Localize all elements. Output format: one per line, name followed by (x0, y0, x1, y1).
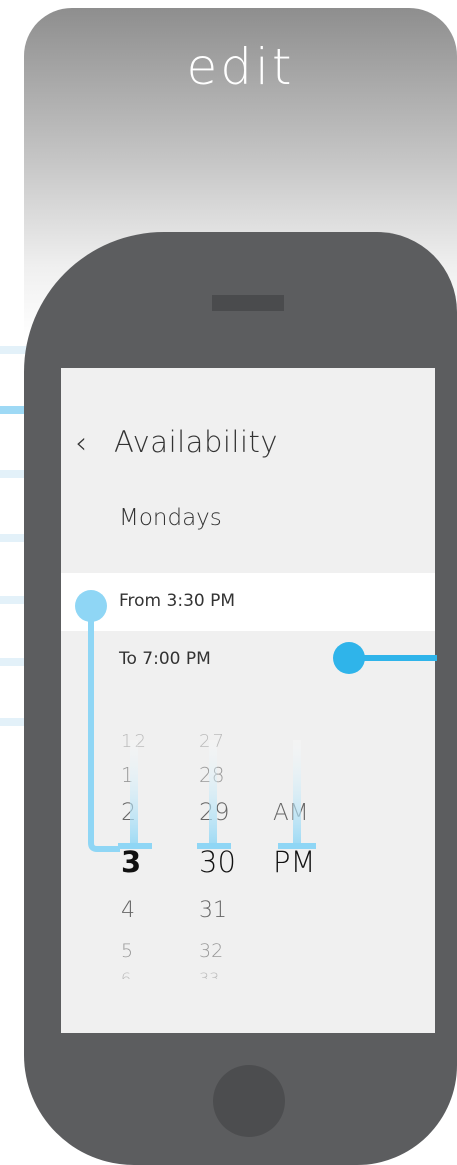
picker-item[interactable]: 32 (199, 940, 223, 962)
picker-item[interactable]: 31 (199, 898, 227, 923)
picker-item[interactable]: 6 (121, 969, 131, 979)
home-button[interactable] (213, 1065, 285, 1137)
phone-speaker (212, 295, 284, 311)
picker-item[interactable]: 12 (121, 731, 148, 752)
picker-item-selected[interactable]: PM (273, 845, 316, 879)
to-time-label[interactable]: To 7:00 PM (119, 649, 211, 669)
header-title: edit (186, 38, 295, 96)
picker-item[interactable]: 27 (199, 731, 226, 752)
picker-item[interactable]: AM (273, 800, 309, 826)
picker-item[interactable]: 33 (199, 969, 219, 979)
picker-item[interactable]: 28 (199, 763, 224, 787)
picker-item[interactable]: 29 (199, 798, 230, 826)
from-row[interactable] (61, 573, 435, 631)
picker-item[interactable]: 4 (121, 898, 135, 923)
picker-item-selected[interactable]: 30 (199, 845, 236, 879)
phone-screen: ‹ Availability Mondays From 3:30 PM To 7… (61, 368, 435, 1033)
page-title: Availability (114, 425, 279, 459)
picker-item[interactable]: 1 (121, 763, 134, 787)
picker-item[interactable]: 2 (121, 798, 136, 826)
from-time-label[interactable]: From 3:30 PM (119, 591, 235, 611)
day-label: Mondays (119, 505, 222, 531)
picker-item[interactable]: 5 (121, 940, 133, 962)
chevron-left-icon[interactable]: ‹ (75, 426, 87, 461)
picker-item-selected[interactable]: 3 (121, 845, 141, 879)
